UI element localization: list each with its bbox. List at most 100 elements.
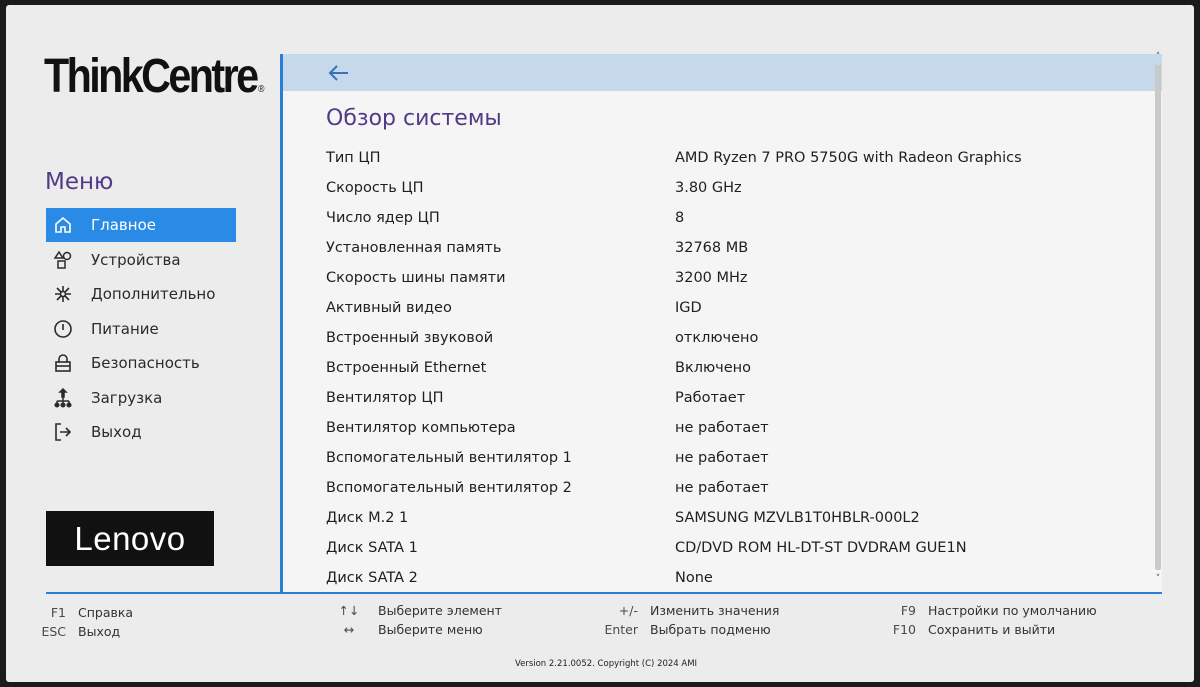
left-right-arrows-icon: ↔ [343, 621, 355, 637]
info-value: Включено [675, 360, 752, 376]
info-row-cpu-speed: Скорость ЦП 3.80 GHz [326, 173, 1116, 203]
menu-title: Меню [45, 169, 114, 195]
hotkey-select-submenu: Enter Выбрать подменю [596, 620, 770, 638]
devices-icon [52, 249, 74, 271]
info-label: Вентилятор ЦП [326, 390, 444, 406]
info-value: SAMSUNG MZVLB1T0HBLR-000L2 [675, 510, 920, 526]
hotkey-select-menu: ↔ Выберите меню [334, 620, 483, 638]
menu-item-devices[interactable]: Устройства [46, 243, 236, 277]
footer-divider [46, 592, 1159, 594]
menu-item-label: Устройства [91, 250, 181, 269]
menu-item-label: Дополнительно [91, 285, 216, 303]
up-down-arrows-icon: ↑↓ [338, 602, 360, 618]
menu-item-advanced[interactable]: Дополнительно [46, 277, 236, 311]
hotkey-key: ESC [41, 623, 66, 639]
info-row-cpu-fan: Вентилятор ЦП Работает [326, 383, 1116, 413]
hotkey-change-values: +/- Изменить значения [596, 601, 780, 619]
info-value: 32768 MB [675, 240, 749, 256]
info-value: CD/DVD ROM HL-DT-ST DVDRAM GUE1N [675, 540, 967, 556]
info-label: Активный видео [326, 300, 452, 316]
info-label: Вспомогательный вентилятор 1 [326, 450, 572, 466]
hotkey-desc: Выход [78, 623, 121, 639]
info-label: Скорость ЦП [326, 180, 424, 196]
info-row-m2-drive: Диск M.2 1 SAMSUNG MZVLB1T0HBLR-000L2 [326, 503, 1116, 533]
scroll-thumb[interactable] [1155, 65, 1161, 570]
info-label: Тип ЦП [326, 150, 381, 166]
info-label: Диск SATA 2 [326, 570, 418, 586]
menu-item-label: Загрузка [91, 388, 163, 407]
menu-item-label: Главное [91, 216, 156, 234]
hotkey-key: F10 [892, 621, 916, 637]
left-panel: ThinkCentre ® Меню Главное Устройства Доп… [6, 5, 278, 590]
info-row-cpu-cores: Число ядер ЦП 8 [326, 203, 1116, 233]
hotkey-help: F1 Справка [32, 603, 133, 621]
hotkey-desc: Настройки по умолчанию [928, 602, 1097, 618]
menu-item-exit[interactable]: Выход [46, 415, 236, 449]
info-label: Установленная память [326, 240, 502, 256]
hotkey-desc: Выберите элемент [378, 602, 502, 618]
system-info-table: Тип ЦП AMD Ryzen 7 PRO 5750G with Radeon… [326, 143, 1116, 592]
info-value: не работает [675, 480, 769, 496]
info-row-memory: Установленная память 32768 MB [326, 233, 1116, 263]
info-row-aux-fan-1: Вспомогательный вентилятор 1 не работает [326, 443, 1116, 473]
scroll-down-icon[interactable]: ˅ [1154, 575, 1162, 584]
menu-item-label: Питание [91, 319, 159, 338]
hotkey-select-item: ↑↓ Выберите элемент [334, 601, 502, 619]
main-menu: Главное Устройства Дополнительно Питание [46, 208, 236, 450]
info-label: Вспомогательный вентилятор 2 [326, 480, 572, 496]
lock-icon [52, 352, 74, 374]
info-label: Диск SATA 1 [326, 540, 418, 556]
content-scrollbar[interactable]: ˄ ˅ [1154, 53, 1162, 584]
menu-item-main[interactable]: Главное [46, 208, 236, 242]
menu-item-boot[interactable]: Загрузка [46, 381, 236, 415]
menu-item-label: Выход [91, 423, 142, 441]
info-label: Встроенный звуковой [326, 330, 494, 346]
hotkey-save-exit: F10 Сохранить и выйти [882, 620, 1055, 638]
hotkey-escape: ESC Выход [32, 622, 120, 640]
power-icon [52, 318, 74, 340]
menu-item-security[interactable]: Безопасность [46, 346, 236, 380]
info-row-cpu-type: Тип ЦП AMD Ryzen 7 PRO 5750G with Radeon… [326, 143, 1116, 173]
content-panel: Обзор системы Тип ЦП AMD Ryzen 7 PRO 575… [280, 54, 1162, 594]
thinkcentre-logo: ThinkCentre ® [44, 50, 265, 103]
hotkey-desc: Изменить значения [650, 602, 780, 618]
info-value: 3.80 GHz [675, 180, 742, 196]
hotkey-footer: F1 Справка ESC Выход ↑↓ Выберите элемент… [6, 599, 1194, 649]
info-value: 3200 MHz [675, 270, 748, 286]
boot-icon [52, 387, 74, 409]
info-row-active-video: Активный видео IGD [326, 293, 1116, 323]
info-value: не работает [675, 420, 769, 436]
menu-item-label: Безопасность [91, 354, 200, 372]
info-value: отключено [675, 330, 759, 346]
info-label: Скорость шины памяти [326, 270, 506, 286]
bios-screen: ThinkCentre ® Меню Главное Устройства Доп… [6, 5, 1194, 682]
info-value: AMD Ryzen 7 PRO 5750G with Radeon Graphi… [675, 150, 1022, 166]
info-label: Диск M.2 1 [326, 510, 409, 526]
hotkey-key: Enter [604, 621, 638, 637]
hotkey-key: +/- [618, 602, 638, 618]
hotkey-desc: Выберите меню [378, 621, 483, 637]
info-row-onboard-ethernet: Встроенный Ethernet Включено [326, 353, 1116, 383]
info-value: не работает [675, 450, 769, 466]
hotkey-desc: Справка [78, 604, 134, 620]
exit-icon [52, 421, 74, 443]
info-value: IGD [675, 300, 702, 316]
info-row-sata-2: Диск SATA 2 None [326, 563, 1116, 592]
scroll-up-icon[interactable]: ˄ [1154, 53, 1162, 62]
hotkey-desc: Сохранить и выйти [928, 621, 1056, 637]
info-value: Работает [675, 390, 746, 406]
lenovo-logo: Lenovo [46, 511, 214, 566]
info-row-system-fan: Вентилятор компьютера не работает [326, 413, 1116, 443]
info-row-sata-1: Диск SATA 1 CD/DVD ROM HL-DT-ST DVDRAM G… [326, 533, 1116, 563]
info-row-aux-fan-2: Вспомогательный вентилятор 2 не работает [326, 473, 1116, 503]
info-value: None [675, 570, 713, 586]
content-header [283, 54, 1162, 91]
home-icon [52, 214, 74, 236]
info-row-onboard-audio: Встроенный звуковой отключено [326, 323, 1116, 353]
page-title: Обзор системы [326, 106, 502, 131]
version-info: Version 2.21.0052. Copyright (C) 2024 AM… [514, 659, 698, 669]
menu-item-power[interactable]: Питание [46, 312, 236, 346]
hotkey-key: F1 [50, 604, 66, 620]
back-arrow-icon[interactable] [327, 62, 351, 84]
info-value: 8 [675, 210, 685, 226]
